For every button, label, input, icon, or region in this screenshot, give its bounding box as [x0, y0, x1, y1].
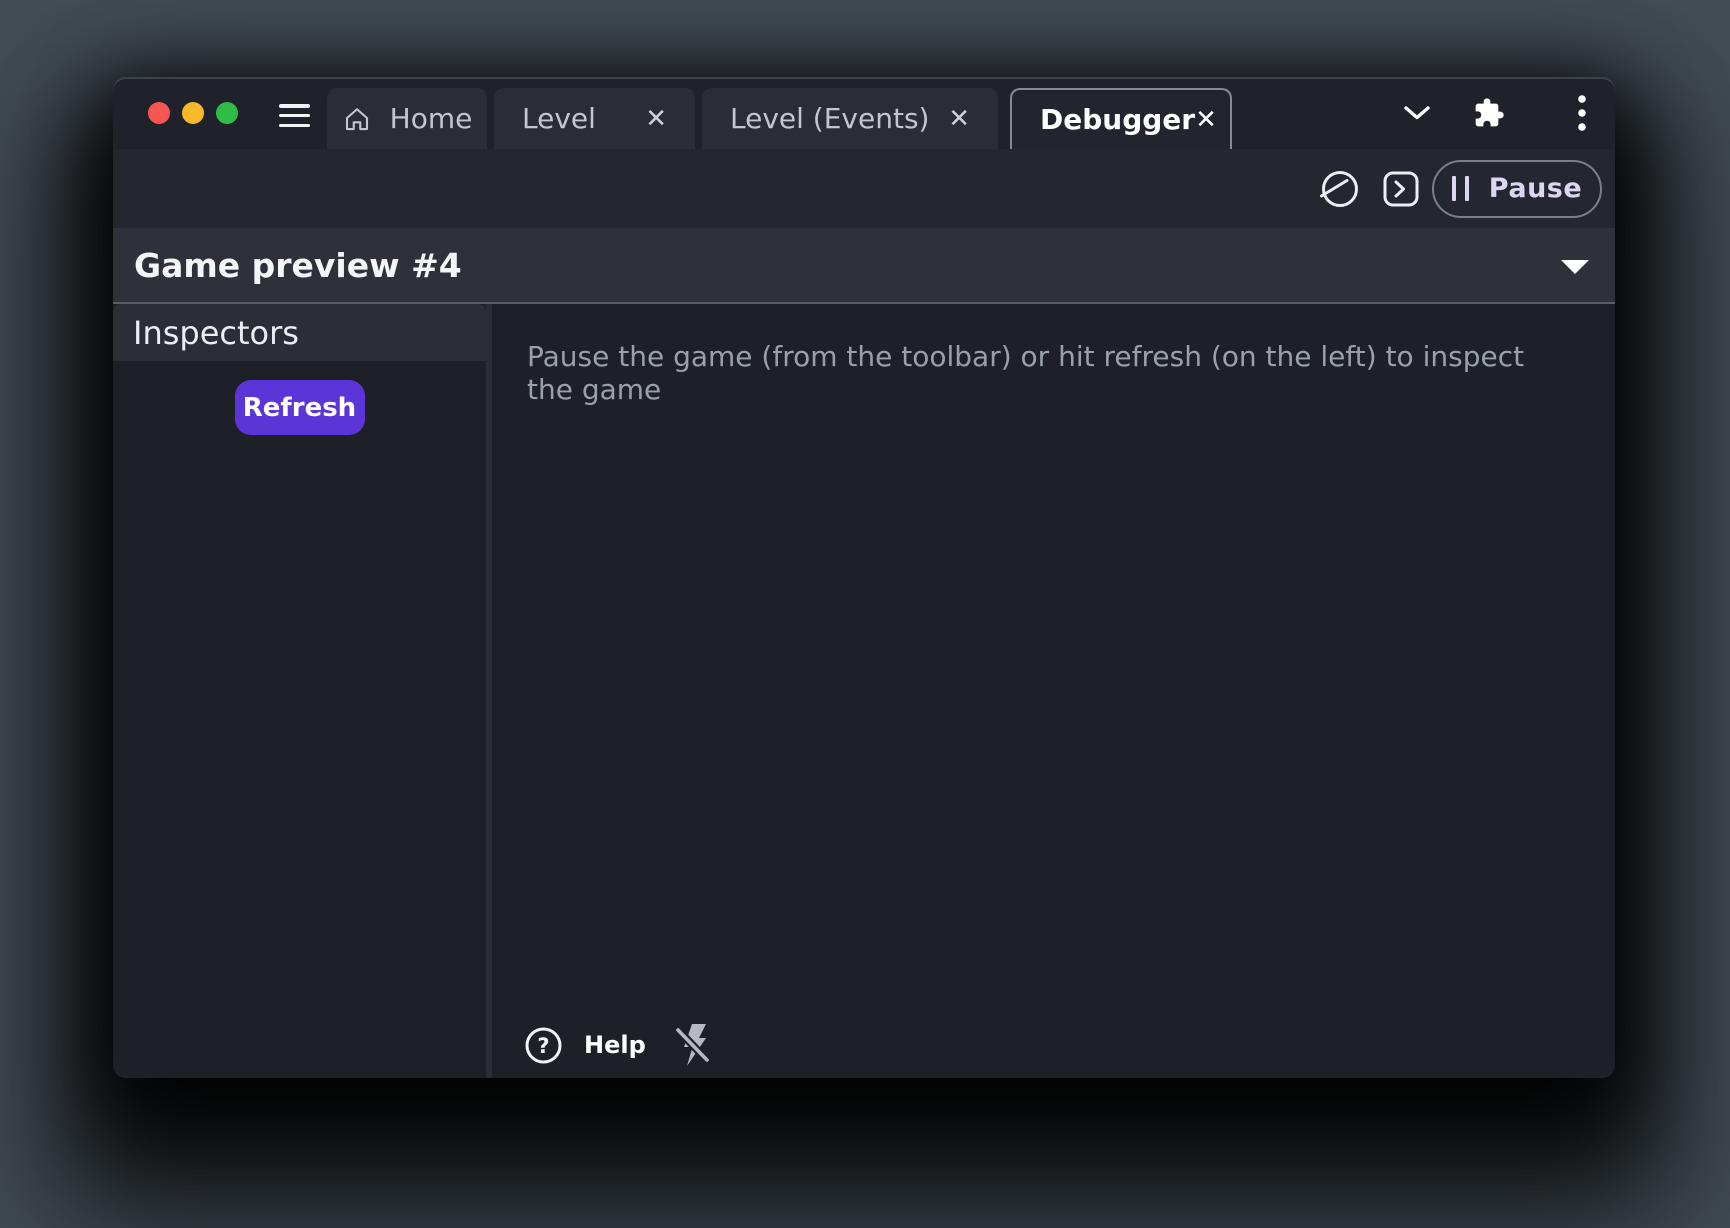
- tab-label: Debugger: [1040, 103, 1195, 136]
- tab-label: Level (Events): [730, 102, 929, 135]
- inspectors-body: Refresh: [113, 361, 486, 1078]
- app-window: Home Level ✕ Level (Events) ✕ Debugger ✕: [113, 77, 1615, 1078]
- tab-level[interactable]: Level ✕: [494, 88, 695, 149]
- flash-off-icon[interactable]: [674, 1022, 712, 1068]
- debugger-toolbar: Pause: [113, 149, 1615, 228]
- close-icon[interactable]: ✕: [1195, 107, 1217, 133]
- dropdown-arrow-icon: [1561, 260, 1589, 274]
- tab-debugger[interactable]: Debugger ✕: [1010, 88, 1232, 149]
- window-controls: [148, 102, 238, 124]
- refresh-button[interactable]: Refresh: [235, 380, 365, 435]
- inspector-hint-message: Pause the game (from the toolbar) or hit…: [492, 304, 1615, 406]
- puzzle-icon[interactable]: [1473, 97, 1505, 129]
- inspectors-title: Inspectors: [133, 314, 299, 352]
- help-icon[interactable]: ?: [523, 1025, 564, 1066]
- help-row: ? Help: [523, 1022, 712, 1068]
- inspectors-header: Inspectors: [113, 304, 486, 361]
- inspector-main-panel: Pause the game (from the toolbar) or hit…: [492, 304, 1615, 1078]
- pause-button[interactable]: Pause: [1432, 160, 1602, 218]
- maximize-window-button[interactable]: [216, 102, 238, 124]
- chevron-down-icon[interactable]: [1403, 105, 1431, 121]
- debugger-content: Inspectors Refresh Pause the game (from …: [113, 304, 1615, 1078]
- tab-label: Level: [522, 102, 596, 135]
- close-icon[interactable]: ✕: [948, 106, 970, 132]
- tab-bar: Home Level ✕ Level (Events) ✕ Debugger ✕: [327, 88, 1239, 149]
- svg-text:?: ?: [537, 1034, 549, 1058]
- main-menu-icon[interactable]: [279, 104, 310, 127]
- kebab-menu-icon[interactable]: [1577, 94, 1587, 132]
- tab-home[interactable]: Home: [327, 88, 487, 149]
- profiler-gauge-icon[interactable]: [1319, 168, 1361, 210]
- game-preview-selector[interactable]: Game preview #4: [113, 228, 1615, 304]
- home-icon: [342, 104, 372, 134]
- minimize-window-button[interactable]: [182, 102, 204, 124]
- tab-label: Home: [390, 102, 473, 135]
- pause-button-label: Pause: [1489, 173, 1582, 204]
- game-preview-label: Game preview #4: [113, 246, 462, 285]
- pause-icon: [1452, 176, 1469, 201]
- close-window-button[interactable]: [148, 102, 170, 124]
- console-icon[interactable]: [1382, 170, 1420, 208]
- inspectors-sidebar: Inspectors Refresh: [113, 304, 486, 1078]
- help-label[interactable]: Help: [584, 1031, 646, 1059]
- tab-level-events[interactable]: Level (Events) ✕: [702, 88, 998, 149]
- close-icon[interactable]: ✕: [645, 106, 667, 132]
- titlebar: Home Level ✕ Level (Events) ✕ Debugger ✕: [113, 77, 1615, 149]
